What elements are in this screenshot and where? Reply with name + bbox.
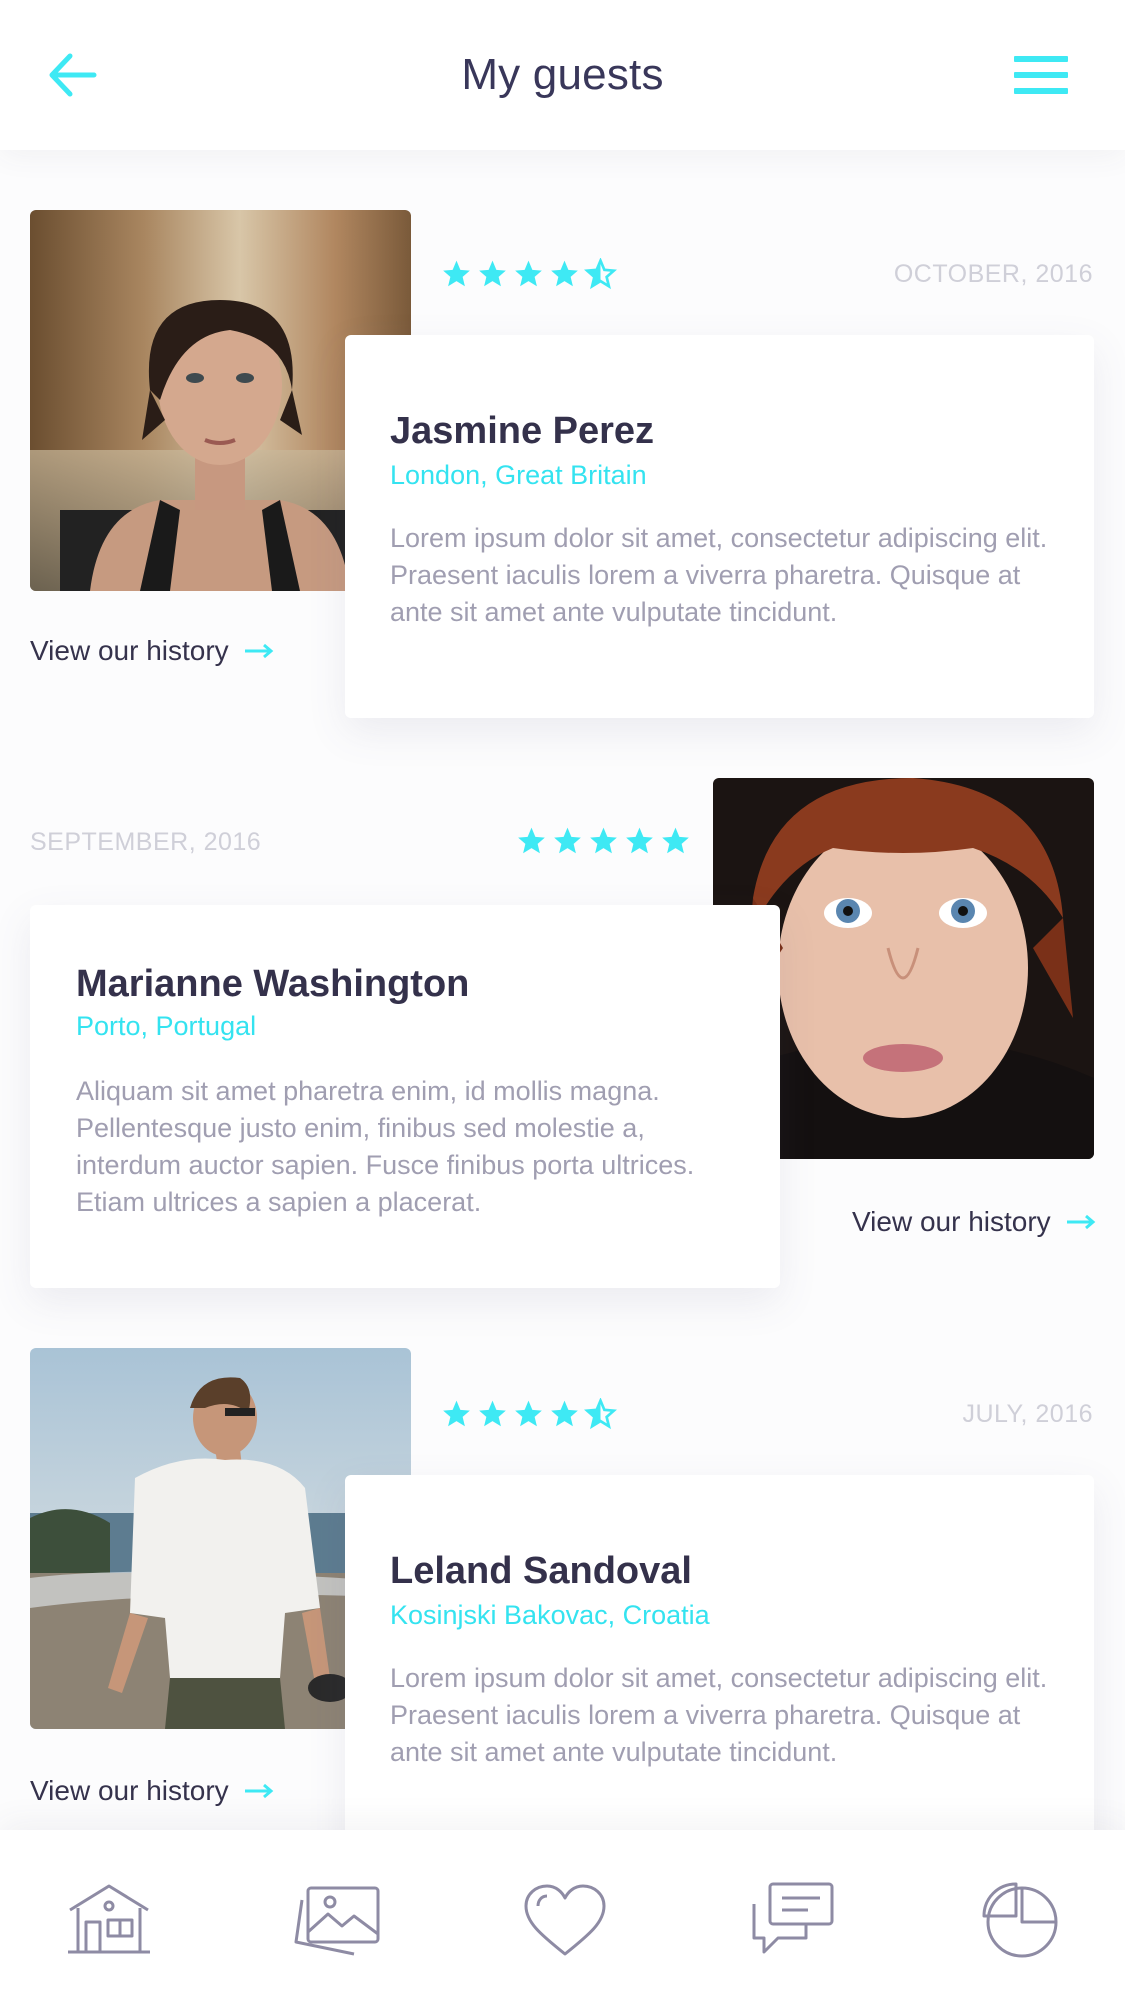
star-icon: [479, 1400, 506, 1427]
star-icon: [662, 827, 689, 854]
guest-name: Marianne Washington: [76, 963, 470, 1005]
nav-gallery[interactable]: [292, 1880, 382, 1960]
view-history-link[interactable]: View our history: [30, 1775, 275, 1807]
rating-stars: [440, 1398, 617, 1432]
rating-stars: [515, 825, 692, 859]
guest-info-card: Marianne Washington Porto, Portugal Aliq…: [30, 905, 780, 1288]
arrow-right-icon: [1066, 1214, 1095, 1230]
history-label: View our history: [30, 635, 229, 666]
guest-name: Leland Sandoval: [390, 1550, 692, 1592]
hamburger-menu-icon: [1014, 56, 1068, 62]
nav-home[interactable]: [64, 1880, 154, 1960]
guest-description: Lorem ipsum dolor sit amet, consectetur …: [390, 1663, 1048, 1767]
home-icon: [68, 1884, 150, 1954]
guest-location: Porto, Portugal: [76, 1011, 257, 1041]
menu-button[interactable]: [1010, 50, 1072, 100]
guest-info-card: Jasmine Perez London, Great Britain Lore…: [345, 335, 1094, 718]
gallery-icon: [294, 1886, 380, 1956]
guest-name: Jasmine Perez: [390, 410, 655, 452]
star-icon: [626, 827, 653, 854]
chat-icon: [752, 1882, 834, 1954]
guest-description: Lorem ipsum dolor sit amet, consectetur …: [390, 523, 1048, 627]
star-icon: [479, 260, 506, 287]
nav-messages[interactable]: [748, 1880, 838, 1960]
star-icon: [518, 827, 545, 854]
guest-card: OCTOBER, 2016 Jasmine Perez London, Grea…: [0, 150, 1125, 718]
guest-card: JULY, 2016 Leland Sandoval Kosinjski Bak…: [0, 1290, 1125, 1858]
page-title: My guests: [461, 50, 664, 99]
view-history-link[interactable]: View our history: [30, 635, 275, 667]
guest-card: SEPTEMBER, 2016 Marianne Washington Port…: [0, 720, 1125, 1288]
star-icon: [443, 260, 470, 287]
stay-date: OCTOBER, 2016: [893, 260, 1093, 288]
half-star-icon: [584, 258, 617, 290]
guest-location: Kosinjski Bakovac, Croatia: [390, 1600, 710, 1630]
nav-statistics[interactable]: [976, 1880, 1066, 1960]
star-icon: [590, 827, 617, 854]
arrow-right-icon: [244, 1783, 273, 1799]
heart-icon: [524, 1884, 606, 1956]
bottom-navigation: [0, 1830, 1125, 2001]
star-icon: [515, 260, 542, 287]
hamburger-line: [1014, 72, 1068, 78]
rating-stars: [440, 258, 617, 292]
star-icon: [551, 1400, 578, 1427]
half-star-icon: [584, 1398, 617, 1430]
stay-date: JULY, 2016: [962, 1400, 1093, 1428]
star-icon: [554, 827, 581, 854]
star-icon: [551, 260, 578, 287]
hamburger-line: [1014, 88, 1068, 94]
star-icon: [515, 1400, 542, 1427]
view-history-link[interactable]: View our history: [852, 1206, 1097, 1238]
guest-description: Aliquam sit amet pharetra enim, id molli…: [76, 1076, 695, 1217]
pie-chart-icon: [982, 1882, 1058, 1958]
nav-favorites[interactable]: [520, 1880, 610, 1960]
app-header: My guests: [0, 0, 1125, 150]
guest-location: London, Great Britain: [390, 460, 647, 490]
history-label: View our history: [30, 1775, 229, 1806]
guest-info-card: Leland Sandoval Kosinjski Bakovac, Croat…: [345, 1475, 1094, 1858]
history-label: View our history: [852, 1206, 1051, 1237]
star-icon: [443, 1400, 470, 1427]
stay-date: SEPTEMBER, 2016: [30, 828, 262, 856]
arrow-right-icon: [244, 643, 273, 659]
